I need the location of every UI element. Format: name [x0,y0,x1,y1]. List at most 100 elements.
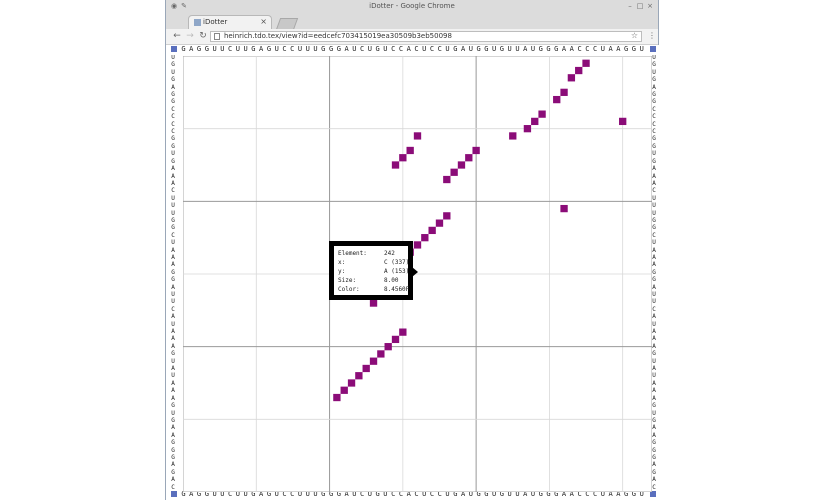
tooltip-element-value: 242 [384,250,395,257]
bottom-sequence-base: U [492,491,497,498]
bottom-sequence-base: G [181,491,186,498]
dot-plot-point[interactable] [369,299,378,307]
dot-plot-point[interactable] [391,335,400,344]
dot-plot-point[interactable] [560,204,568,213]
maximize-button[interactable]: □ [636,2,644,10]
dot-plot-point[interactable] [333,393,341,402]
dot-plot-point[interactable] [399,154,407,162]
sequence-bottom: GAGGUUCUUGAGUCCUUUGGGAUCUGUCCACUCCUGAUGG… [180,491,646,498]
dot-plot-point[interactable] [567,74,576,82]
dot-plot-point[interactable] [457,161,466,169]
url-text[interactable]: heinrich.tdo.tex/view?id=eedcefc70341501… [224,32,452,41]
dot-plot-point[interactable] [523,125,532,133]
top-sequence-base: U [507,46,512,53]
top-sequence-base: C [592,46,598,53]
tooltip-size-row: Size: 8.00 [338,277,398,284]
left-sequence-base: G [171,468,175,476]
dot-plot-point[interactable] [619,117,627,126]
tab-close-button[interactable]: × [260,17,267,26]
dot-plot-point[interactable] [538,110,546,118]
bottom-sequence-base: G [204,491,209,498]
bottom-sequence-base: G [476,491,481,498]
tab-idotter[interactable]: iDotter × [188,15,272,29]
left-sequence-base: G [171,98,175,106]
dot-plot-point[interactable] [399,328,407,336]
dot-plot-point[interactable] [443,175,451,184]
dot-plot-point[interactable] [413,132,422,140]
left-sequence-base: C [171,483,175,491]
bottom-sequence-base: U [422,491,427,498]
left-sequence-base: U [171,202,175,210]
bottom-sequence-base: G [453,491,458,498]
minimize-button[interactable]: – [626,2,634,10]
top-sequence-base: U [220,46,225,53]
dot-plot-point[interactable] [465,154,473,162]
tooltip-element-label: Element: [338,250,367,257]
page-info-icon[interactable] [214,33,220,40]
dot-plot-point[interactable] [362,364,370,373]
back-button[interactable]: ← [172,31,182,41]
top-sequence-base: G [624,46,629,53]
dot-plot-point[interactable] [406,146,414,155]
dot-plot-point[interactable] [472,146,480,155]
dot-plot-point[interactable] [509,132,517,140]
bookmark-star-icon[interactable]: ☆ [631,31,638,40]
dot-plot-point[interactable] [553,95,561,104]
dot-plot-point[interactable] [369,357,378,365]
bottom-sequence-base: U [507,491,512,498]
dot-plot-point[interactable] [450,168,458,176]
dot-plot-point[interactable] [413,241,422,249]
dot-plot-point[interactable] [355,372,363,380]
dot-plot-point[interactable] [391,161,400,169]
top-sequence-base: U [600,46,605,53]
top-sequence-base: A [344,46,349,53]
bottom-sequence-base: U [383,491,388,498]
address-bar[interactable]: heinrich.tdo.tex/view?id=eedcefc70341501… [210,31,642,42]
bottom-sequence-base: G [375,491,380,498]
tooltip-x-value: C (337) [384,259,410,266]
dot-plot-point[interactable] [340,386,348,394]
chrome-menu-button[interactable]: ⋮ [648,31,656,41]
bottom-sequence-base: U [600,491,605,498]
top-sequence-base: U [515,46,520,53]
left-sequence-base: U [171,357,175,365]
dot-plot-point[interactable] [560,88,568,96]
top-sequence-base: G [631,46,637,53]
dot-plot-point[interactable] [531,117,539,126]
dot-plot-point[interactable] [582,59,590,67]
tooltip-size-label: Size: [338,277,357,284]
dot-plot-point[interactable] [428,226,436,235]
corner-marker-bottom-left [171,491,177,497]
dot-plot-point[interactable] [575,66,583,75]
top-sequence-base: G [321,46,326,53]
dot-plot-point[interactable] [443,212,451,220]
bottom-sequence-base: U [445,491,450,498]
left-sequence-base: A [171,431,175,439]
bottom-sequence-base: A [460,491,466,498]
tooltip-size-value: 8.00 [384,277,399,284]
forward-button[interactable]: → [185,31,195,41]
left-sequence-base: U [171,68,175,76]
left-sequence-base: G [171,135,175,143]
dot-plot-point[interactable] [377,350,385,358]
left-sequence-base: U [171,298,175,306]
tooltip-pointer [412,267,418,277]
bottom-sequence-base: G [484,491,489,498]
bottom-sequence-base: G [266,491,272,498]
left-sequence-base: G [171,446,175,454]
left-sequence-base: A [171,424,175,432]
top-sequence-base: G [484,46,489,53]
top-sequence-base: G [499,46,504,53]
sequence-left: UGUGAGGCCCCGGUGAAACUUUGGCUAAAGGAUUCAUAAA… [169,55,177,491]
tab-label: iDotter [203,18,228,26]
dot-plot-point[interactable] [384,343,392,351]
dot-plot-point[interactable] [435,219,444,227]
dot-plot-point[interactable] [347,379,356,387]
close-window-button[interactable]: × [646,2,654,10]
bottom-sequence-base: G [196,491,202,498]
top-sequence-base: U [297,46,303,53]
top-sequence-base: U [468,46,473,53]
bottom-sequence-base: C [360,491,365,498]
dot-plot-point[interactable] [421,234,429,242]
reload-button[interactable]: ↻ [198,31,208,41]
